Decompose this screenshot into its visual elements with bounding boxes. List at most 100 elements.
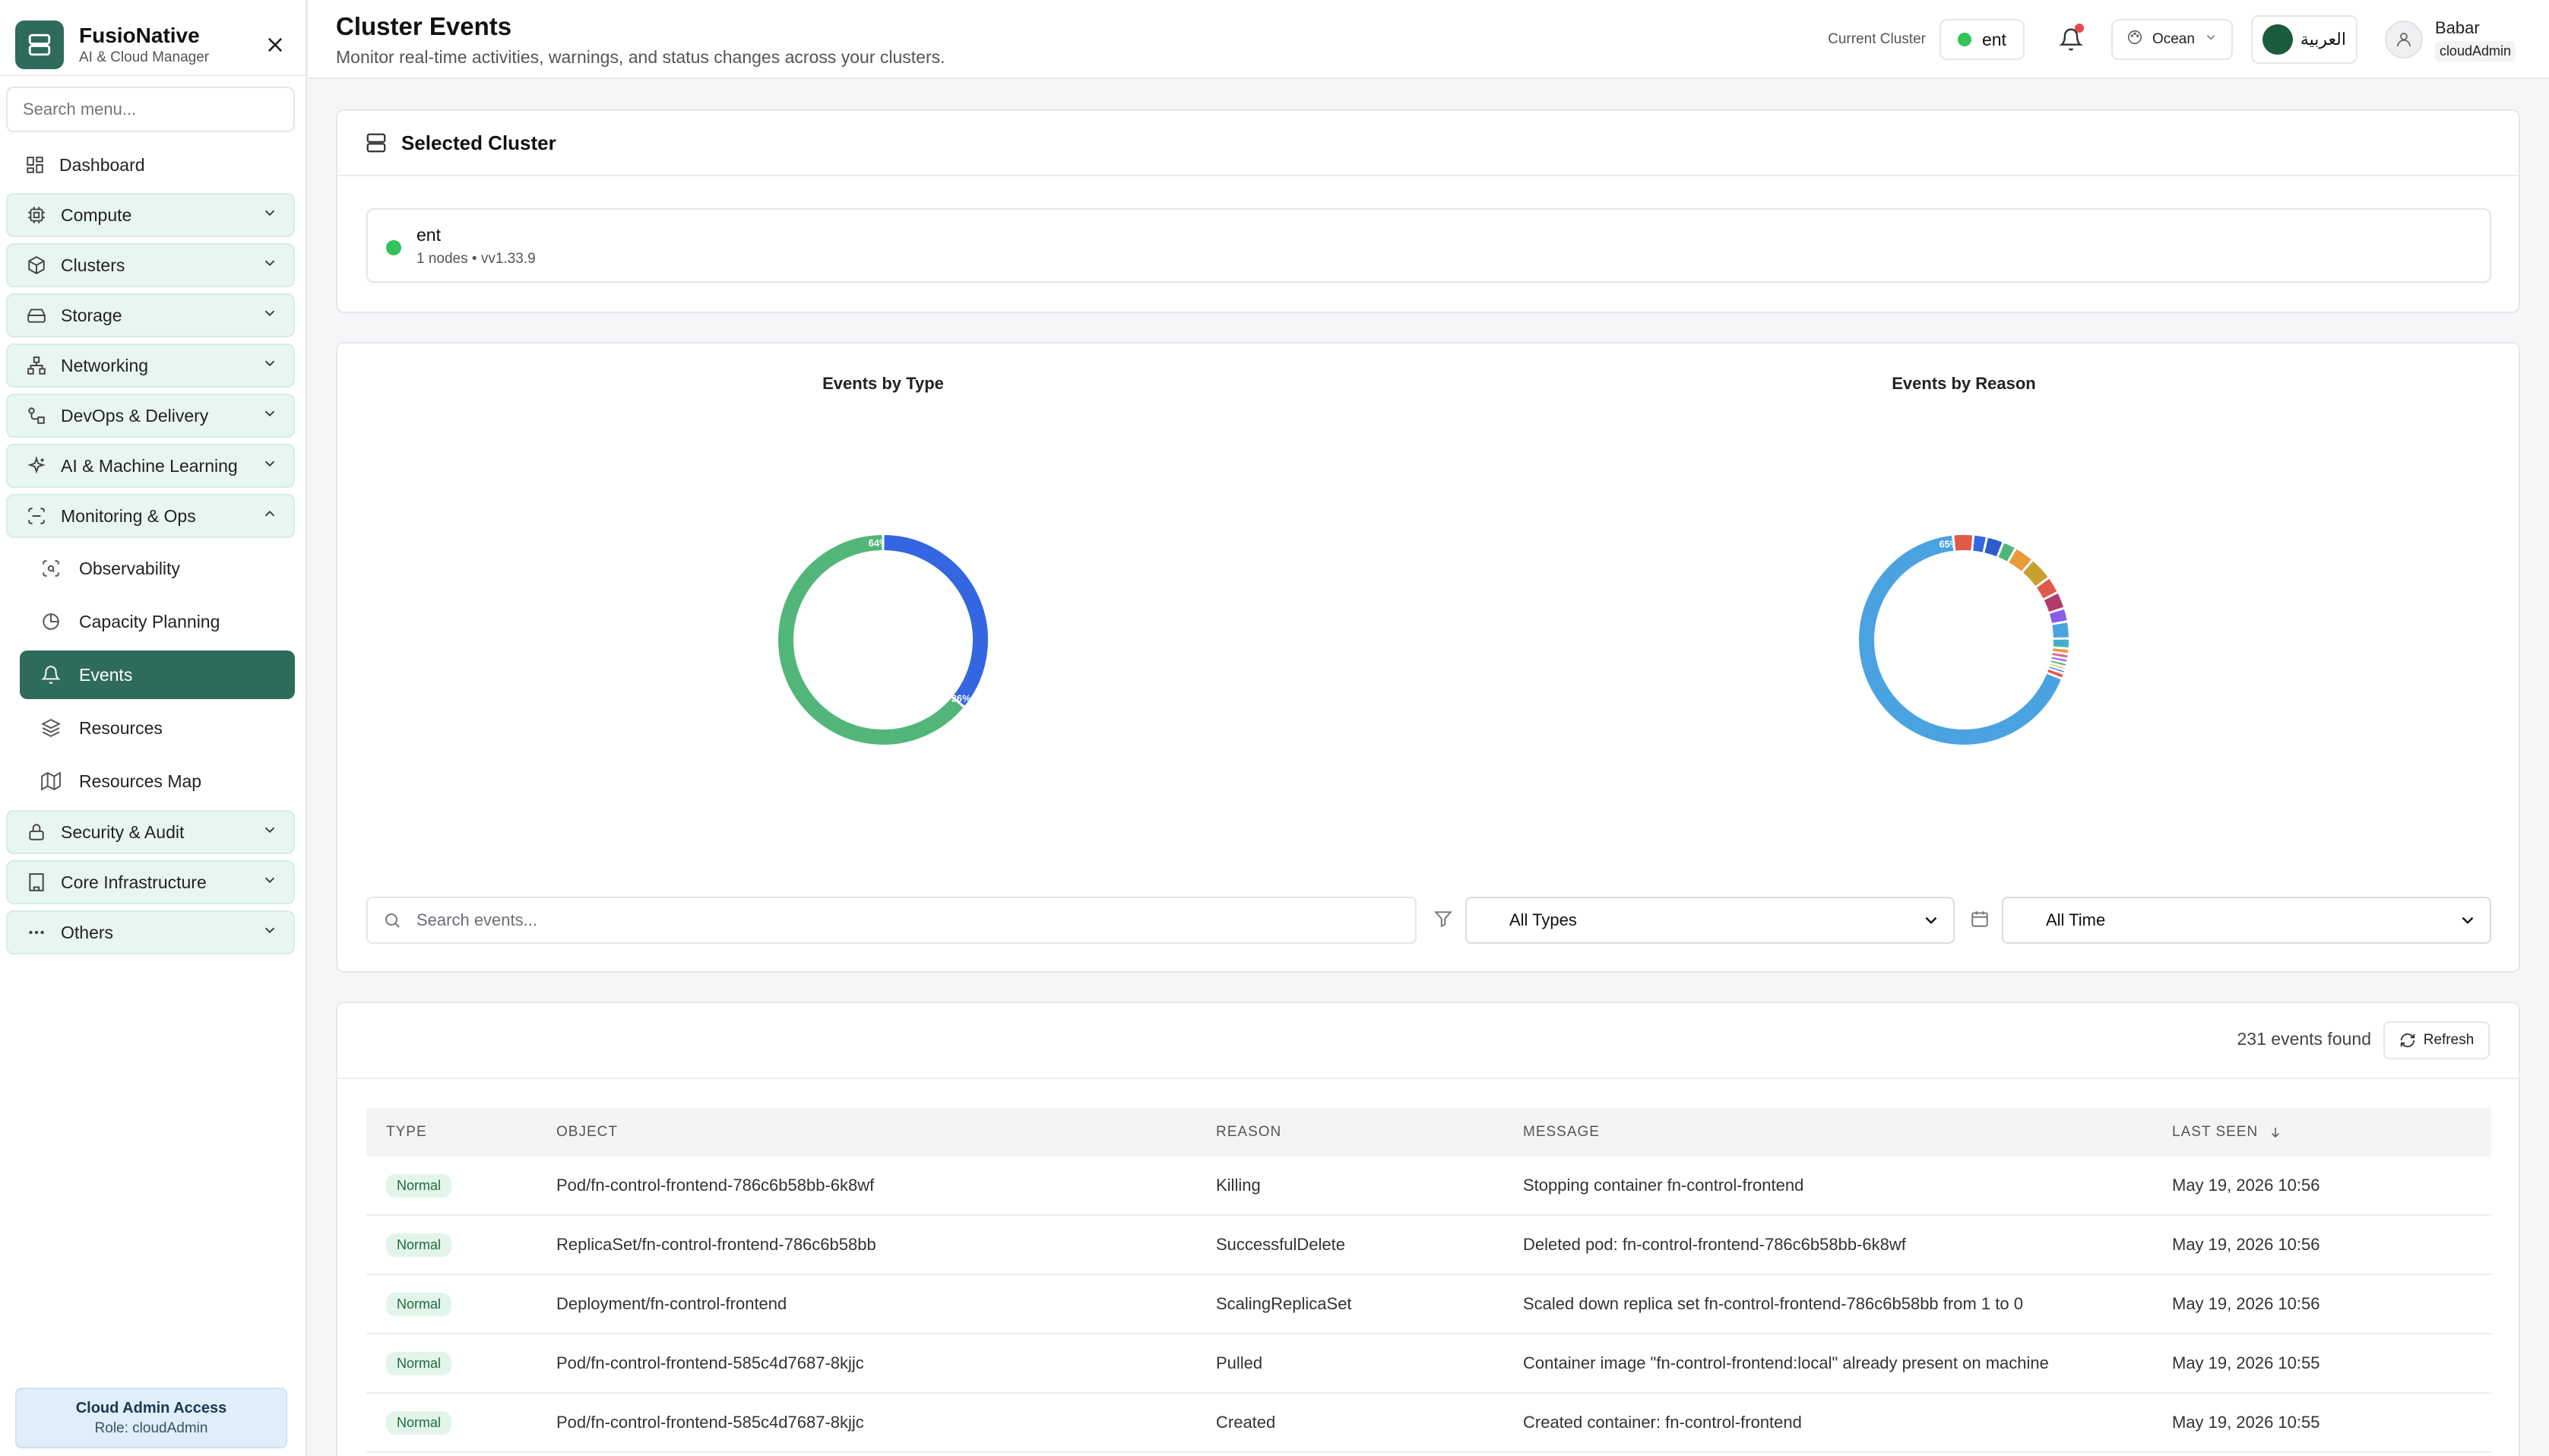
sidebar-item-core-infra[interactable]: Core Infrastructure bbox=[6, 860, 295, 904]
sidebar-search-input[interactable] bbox=[6, 87, 295, 132]
time-filter-select[interactable]: All Time bbox=[2002, 897, 2491, 944]
sidebar-item-ai[interactable]: AI & Machine Learning bbox=[6, 444, 295, 488]
events-table: TYPE OBJECT REASON MESSAGE LAST SEEN Nor… bbox=[366, 1108, 2491, 1453]
donut-slice[interactable] bbox=[1984, 537, 2003, 557]
sidebar-item-storage[interactable]: Storage bbox=[6, 293, 295, 337]
type-badge: Normal bbox=[386, 1233, 452, 1257]
user-menu[interactable]: Babar cloudAdmin bbox=[2384, 18, 2516, 62]
column-header-message[interactable]: MESSAGE bbox=[1523, 1124, 2172, 1141]
sidebar-subitem-capacity-planning[interactable]: Capacity Planning bbox=[20, 597, 295, 646]
chevron-up-icon bbox=[261, 505, 278, 527]
donut-slice[interactable] bbox=[778, 535, 964, 745]
type-badge: Normal bbox=[386, 1173, 452, 1198]
top-header: Cluster Events Monitor real-time activit… bbox=[309, 0, 2549, 79]
sidebar-subitem-resources-map[interactable]: Resources Map bbox=[20, 757, 295, 806]
bell-icon bbox=[40, 663, 62, 686]
column-header-object[interactable]: OBJECT bbox=[556, 1124, 1216, 1141]
column-header-type[interactable]: TYPE bbox=[366, 1124, 556, 1141]
cell-message: Deleted pod: fn-control-frontend-786c6b5… bbox=[1523, 1235, 1906, 1254]
notifications-bell-icon[interactable] bbox=[2050, 19, 2091, 60]
user-role-badge: cloudAdmin bbox=[2434, 40, 2516, 62]
sidebar-item-others[interactable]: Others bbox=[6, 910, 295, 954]
cell-last-seen: May 19, 2026 10:55 bbox=[2172, 1413, 2320, 1432]
cell-last-seen: May 19, 2026 10:56 bbox=[2172, 1176, 2320, 1195]
chart-title-type: Events by Type bbox=[822, 374, 944, 393]
chevron-down-icon bbox=[261, 455, 278, 476]
close-icon[interactable] bbox=[260, 30, 290, 60]
donut-slice[interactable] bbox=[2044, 593, 2064, 612]
cell-object: ReplicaSet/fn-control-frontend-786c6b58b… bbox=[556, 1235, 876, 1254]
sidebar-subitem-label: Resources bbox=[79, 717, 163, 738]
sidebar-subitem-observability[interactable]: Observability bbox=[20, 544, 295, 593]
status-dot-icon bbox=[1957, 33, 1971, 46]
sidebar-item-label: Dashboard bbox=[59, 154, 145, 175]
table-row[interactable]: Normal Deployment/fn-control-frontend Sc… bbox=[366, 1275, 2491, 1334]
cell-reason: SuccessfulDelete bbox=[1216, 1235, 1345, 1254]
type-filter-select[interactable]: All Types bbox=[1465, 897, 1955, 944]
table-row[interactable]: Normal ReplicaSet/fn-control-frontend-78… bbox=[366, 1216, 2491, 1275]
sidebar-subitem-resources[interactable]: Resources bbox=[20, 704, 295, 752]
building-icon bbox=[24, 870, 49, 894]
chevron-down-icon bbox=[261, 922, 278, 943]
events-search-input[interactable]: Search events... bbox=[366, 897, 1417, 944]
sidebar-item-label: Clusters bbox=[61, 255, 125, 275]
sidebar-item-dashboard[interactable]: Dashboard bbox=[6, 143, 295, 187]
sidebar-item-clusters[interactable]: Clusters bbox=[6, 243, 295, 287]
sidebar-subitem-label: Resources Map bbox=[79, 771, 202, 791]
cell-object: Pod/fn-control-frontend-585c4d7687-8kjjc bbox=[556, 1413, 864, 1432]
language-selector[interactable]: العربية bbox=[2250, 15, 2357, 64]
sidebar: FusioNative AI & Cloud Manager Dashboard… bbox=[0, 0, 307, 1456]
theme-name: Ocean bbox=[2152, 31, 2195, 47]
current-cluster-selector[interactable]: ent bbox=[1939, 19, 2025, 60]
sidebar-nav: Dashboard Compute Clusters Storage Netwo… bbox=[0, 143, 306, 954]
sidebar-item-monitoring[interactable]: Monitoring & Ops bbox=[6, 494, 295, 538]
cell-reason: Killing bbox=[1216, 1176, 1261, 1195]
sidebar-item-networking[interactable]: Networking bbox=[6, 343, 295, 388]
donut-slice[interactable] bbox=[2047, 669, 2063, 678]
table-row[interactable]: Normal Pod/fn-control-frontend-585c4d768… bbox=[366, 1394, 2491, 1453]
charts-card: Events by Type Events by Reason 64% 36% 6… bbox=[336, 342, 2520, 973]
donut-slice[interactable] bbox=[884, 535, 988, 706]
chevron-down-icon bbox=[261, 305, 278, 326]
chevron-down-icon bbox=[261, 872, 278, 893]
donut-slice[interactable] bbox=[2022, 561, 2048, 587]
current-cluster-name: ent bbox=[1981, 29, 2006, 49]
donut-slice[interactable] bbox=[2009, 549, 2031, 571]
sidebar-item-label: Core Infrastructure bbox=[61, 872, 207, 892]
donut-slice[interactable] bbox=[2052, 622, 2069, 638]
hard-drive-icon bbox=[24, 303, 49, 328]
sidebar-item-label: DevOps & Delivery bbox=[61, 405, 209, 426]
refresh-button[interactable]: Refresh bbox=[2383, 1021, 2490, 1059]
sidebar-item-label: Compute bbox=[61, 204, 132, 225]
theme-selector[interactable]: Ocean bbox=[2110, 19, 2233, 60]
sidebar-item-devops[interactable]: DevOps & Delivery bbox=[6, 394, 295, 438]
cell-reason: Created bbox=[1216, 1413, 1276, 1432]
donut-slice[interactable] bbox=[2049, 609, 2067, 624]
sidebar-item-compute[interactable]: Compute bbox=[6, 193, 295, 237]
donut-slice[interactable] bbox=[1998, 543, 2015, 562]
table-row[interactable]: Normal Pod/fn-control-frontend-585c4d768… bbox=[366, 1334, 2491, 1394]
cluster-option[interactable]: ent 1 nodes • vv1.33.9 bbox=[366, 208, 2491, 283]
sidebar-item-label: Networking bbox=[61, 355, 149, 375]
chart-title-reason: Events by Reason bbox=[1892, 374, 2036, 393]
notification-dot bbox=[2074, 24, 2084, 33]
column-header-last-seen[interactable]: LAST SEEN bbox=[2172, 1124, 2491, 1141]
sidebar-item-security[interactable]: Security & Audit bbox=[6, 810, 295, 854]
donut-slice[interactable] bbox=[2036, 578, 2057, 599]
events-search-placeholder: Search events... bbox=[416, 910, 537, 929]
events-table-card: 231 events found Refresh TYPE OBJECT REA… bbox=[336, 1002, 2520, 1456]
admin-access-title: Cloud Admin Access bbox=[75, 1400, 227, 1416]
server-logo-icon bbox=[15, 21, 64, 69]
cell-object: Deployment/fn-control-frontend bbox=[556, 1294, 787, 1313]
table-row[interactable]: Normal Pod/fn-control-frontend-786c6b58b… bbox=[366, 1157, 2491, 1216]
donut-slice[interactable] bbox=[1973, 535, 1986, 552]
more-icon bbox=[24, 920, 49, 945]
status-dot-icon bbox=[386, 240, 401, 255]
sort-down-icon bbox=[2272, 1127, 2280, 1138]
cell-reason: Pulled bbox=[1216, 1353, 1263, 1372]
column-header-reason[interactable]: REASON bbox=[1216, 1124, 1523, 1141]
events-by-type-chart: 64%36% bbox=[778, 535, 988, 745]
type-filter-value: All Types bbox=[1509, 910, 1577, 929]
sidebar-subitem-events[interactable]: Events bbox=[20, 650, 295, 699]
page-subtitle: Monitor real-time activities, warnings, … bbox=[336, 47, 945, 67]
